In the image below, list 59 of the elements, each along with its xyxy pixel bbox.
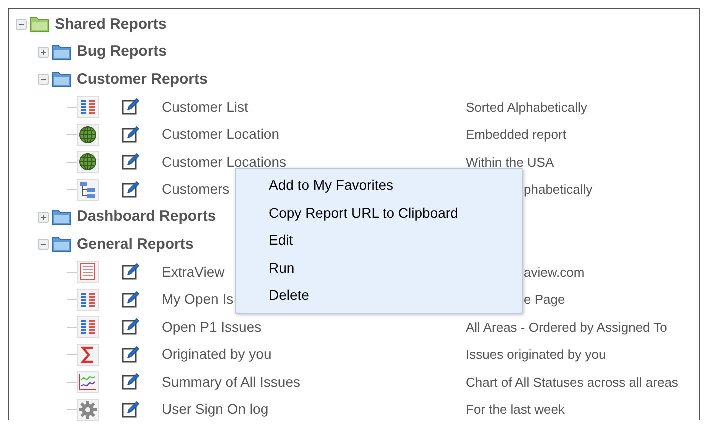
collapse-icon[interactable] [38,74,49,86]
folder-icon [52,71,72,88]
expand-icon[interactable] [38,46,49,58]
list-report-icon [77,96,99,118]
folder-icon [52,44,72,61]
report-name[interactable]: Customer Locations [162,152,287,173]
form-icon [77,261,99,284]
edit-icon[interactable] [122,180,140,199]
report-description: e Page [524,291,566,309]
folder-icon [30,16,50,34]
menu-item[interactable]: Edit [236,227,522,254]
report-description: aview.com [524,264,585,282]
menu-item[interactable]: Add to My Favorites [236,172,522,200]
report-name[interactable]: Originated by you [162,344,272,366]
list-report-icon [77,288,99,311]
report-name[interactable]: Open P1 Issues [162,316,262,338]
globe-icon [77,151,99,174]
collapse-icon[interactable] [38,239,49,250]
report-description: Sorted Alphabetically [466,98,588,117]
folder-label[interactable]: Shared Reports [55,14,167,36]
report-description: All Areas - Ordered by Assigned To [466,318,668,337]
folder-label[interactable]: Customer Reports [77,68,208,91]
edit-icon[interactable] [122,373,140,392]
report-name[interactable]: Customer Location [162,124,280,146]
report-description: phabetically [524,181,593,199]
edit-icon[interactable] [122,318,140,336]
hierarchy-icon [77,178,99,201]
expand-icon[interactable] [38,212,49,223]
report-description: Within the USA [466,154,554,172]
menu-item[interactable]: Run [236,254,522,282]
menu-item[interactable]: Delete [236,282,522,310]
report-name[interactable]: Customer List [162,96,248,118]
report-name[interactable]: Summary of All Issues [162,372,300,393]
report-name[interactable]: ExtraView [162,262,225,283]
list-report-icon [77,316,99,338]
folder-label[interactable]: Dashboard Reports [77,206,216,228]
edit-icon[interactable] [122,400,140,419]
folder-icon [52,236,72,254]
edit-icon[interactable] [122,346,140,364]
edit-icon[interactable] [122,98,140,116]
report-name[interactable]: Customers [162,179,230,200]
edit-icon[interactable] [122,126,140,144]
edit-icon[interactable] [122,153,140,172]
line-chart-icon [77,371,99,394]
report-name[interactable]: My Open Is [162,289,234,310]
folder-label[interactable]: Bug Reports [77,41,167,64]
edit-icon[interactable] [122,263,140,282]
folder-label[interactable]: General Reports [77,234,194,256]
menu-item[interactable]: Copy Report URL to Clipboard [236,200,522,227]
report-description: For the last week [466,401,565,419]
report-description: Issues originated by you [466,346,606,364]
report-description: Embedded report [466,126,566,144]
report-name[interactable]: User Sign On log [162,399,269,420]
sigma-icon [77,344,99,366]
folder-icon [52,208,72,226]
report-description: Chart of All Statuses across all areas [466,374,678,392]
edit-icon[interactable] [122,290,140,309]
globe-icon [77,124,99,146]
collapse-icon[interactable] [16,19,27,30]
